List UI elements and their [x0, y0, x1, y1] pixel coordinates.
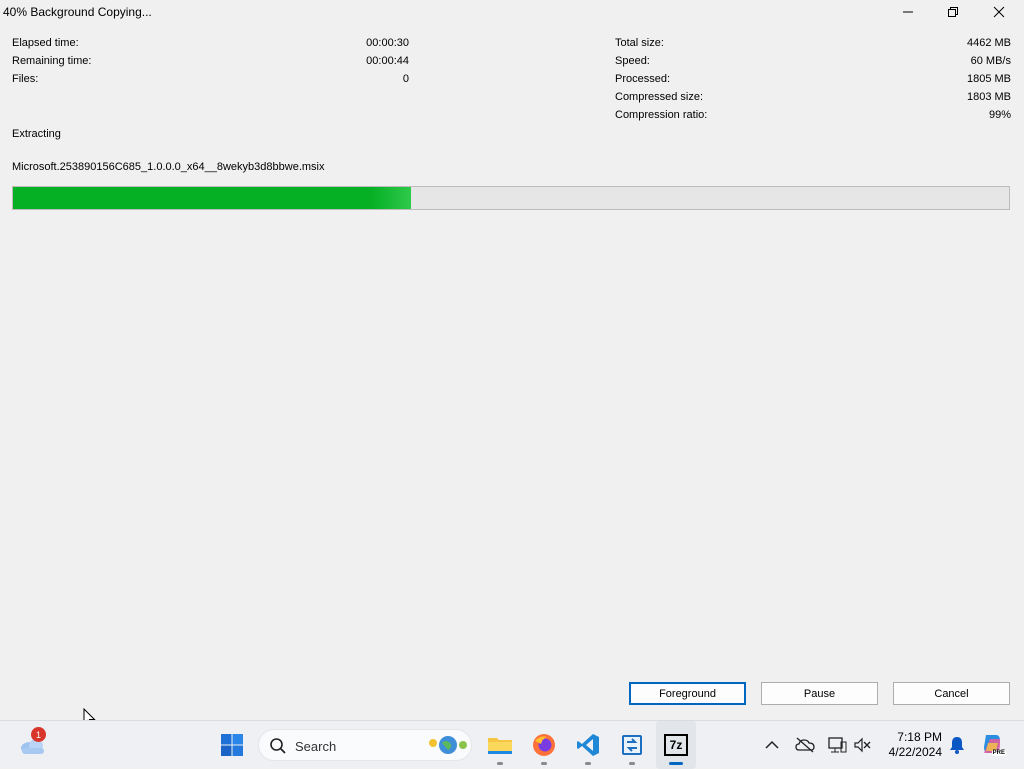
window-title: 40% Background Copying...	[3, 5, 152, 19]
total-size-label: Total size:	[615, 37, 664, 49]
network-tray-button[interactable]	[824, 721, 850, 769]
compression-ratio-value: 99%	[988, 109, 1011, 121]
processed-label: Processed:	[615, 73, 671, 85]
elapsed-time-value: 00:00:30	[366, 37, 409, 49]
minimize-button[interactable]	[885, 0, 931, 24]
files-value: 0	[402, 73, 409, 85]
copilot-pre-badge: PRE	[991, 750, 1006, 756]
close-button[interactable]	[976, 0, 1022, 24]
current-file-name: Microsoft.253890156C685_1.0.0.0_x64__8we…	[12, 161, 325, 173]
title-bar: 40% Background Copying...	[0, 0, 1024, 24]
firefox-button[interactable]	[524, 721, 564, 769]
search-placeholder: Search	[295, 739, 337, 754]
remote-desktop-icon	[622, 735, 642, 755]
vscode-icon	[577, 734, 599, 756]
running-indicator	[541, 762, 547, 765]
total-size-value: 4462 MB	[966, 37, 1011, 49]
close-icon	[993, 6, 1005, 18]
cancel-button[interactable]: Cancel	[893, 682, 1010, 705]
minimize-icon	[903, 11, 913, 13]
start-icon	[221, 734, 243, 756]
speed-value: 60 MB/s	[970, 55, 1011, 67]
running-indicator	[629, 762, 635, 765]
clock-time: 7:18 PM	[897, 730, 942, 744]
restore-button[interactable]	[930, 0, 976, 24]
7zip-button[interactable]: 7z	[656, 721, 696, 769]
onedrive-tray-button[interactable]	[792, 721, 818, 769]
compressed-size-value: 1803 MB	[966, 91, 1011, 103]
file-explorer-button[interactable]	[480, 721, 520, 769]
active-indicator	[669, 762, 683, 765]
taskbar: Search 7z 7:18 PM 4/22/2024 PRE	[0, 720, 1024, 769]
file-explorer-icon	[488, 738, 512, 754]
compression-ratio-label: Compression ratio:	[615, 109, 708, 121]
remaining-time-label: Remaining time:	[12, 55, 92, 67]
search-icon	[270, 738, 286, 754]
restore-icon	[948, 7, 958, 17]
remaining-time-value: 00:00:44	[366, 55, 409, 67]
network-icon	[828, 737, 847, 753]
running-indicator	[585, 762, 591, 765]
vscode-button[interactable]	[568, 721, 608, 769]
7zip-icon: 7z	[664, 734, 688, 756]
operation-status: Extracting	[12, 128, 61, 140]
progress-bar	[12, 186, 1010, 210]
speed-label: Speed:	[615, 55, 650, 67]
notifications-button[interactable]	[946, 721, 968, 769]
copilot-button[interactable]: PRE	[978, 721, 1006, 769]
show-hidden-icons-button[interactable]	[762, 721, 782, 769]
files-label: Files:	[12, 73, 39, 85]
bell-icon	[950, 737, 964, 754]
copilot-icon: PRE	[980, 733, 1006, 757]
onedrive-off-icon	[795, 737, 815, 753]
weather-notification-badge: 1	[31, 727, 46, 742]
elapsed-time-label: Elapsed time:	[12, 37, 79, 49]
search-highlight-icon	[429, 736, 467, 754]
clock-date: 4/22/2024	[888, 745, 942, 759]
volume-tray-button[interactable]	[850, 721, 874, 769]
running-indicator	[497, 762, 503, 765]
taskbar-search[interactable]: Search	[258, 729, 472, 761]
firefox-icon	[533, 734, 555, 756]
progress-bar-fill	[13, 187, 412, 209]
volume-muted-icon	[854, 737, 871, 753]
foreground-button[interactable]: Foreground	[629, 682, 746, 705]
remote-desktop-button[interactable]	[612, 721, 652, 769]
chevron-up-icon	[765, 740, 779, 749]
pause-button[interactable]: Pause	[761, 682, 878, 705]
weather-widget[interactable]	[12, 721, 52, 769]
clock[interactable]: 7:18 PM 4/22/2024	[884, 730, 942, 760]
compressed-size-label: Compressed size:	[615, 91, 704, 103]
start-button[interactable]	[212, 721, 252, 769]
processed-value: 1805 MB	[966, 73, 1011, 85]
